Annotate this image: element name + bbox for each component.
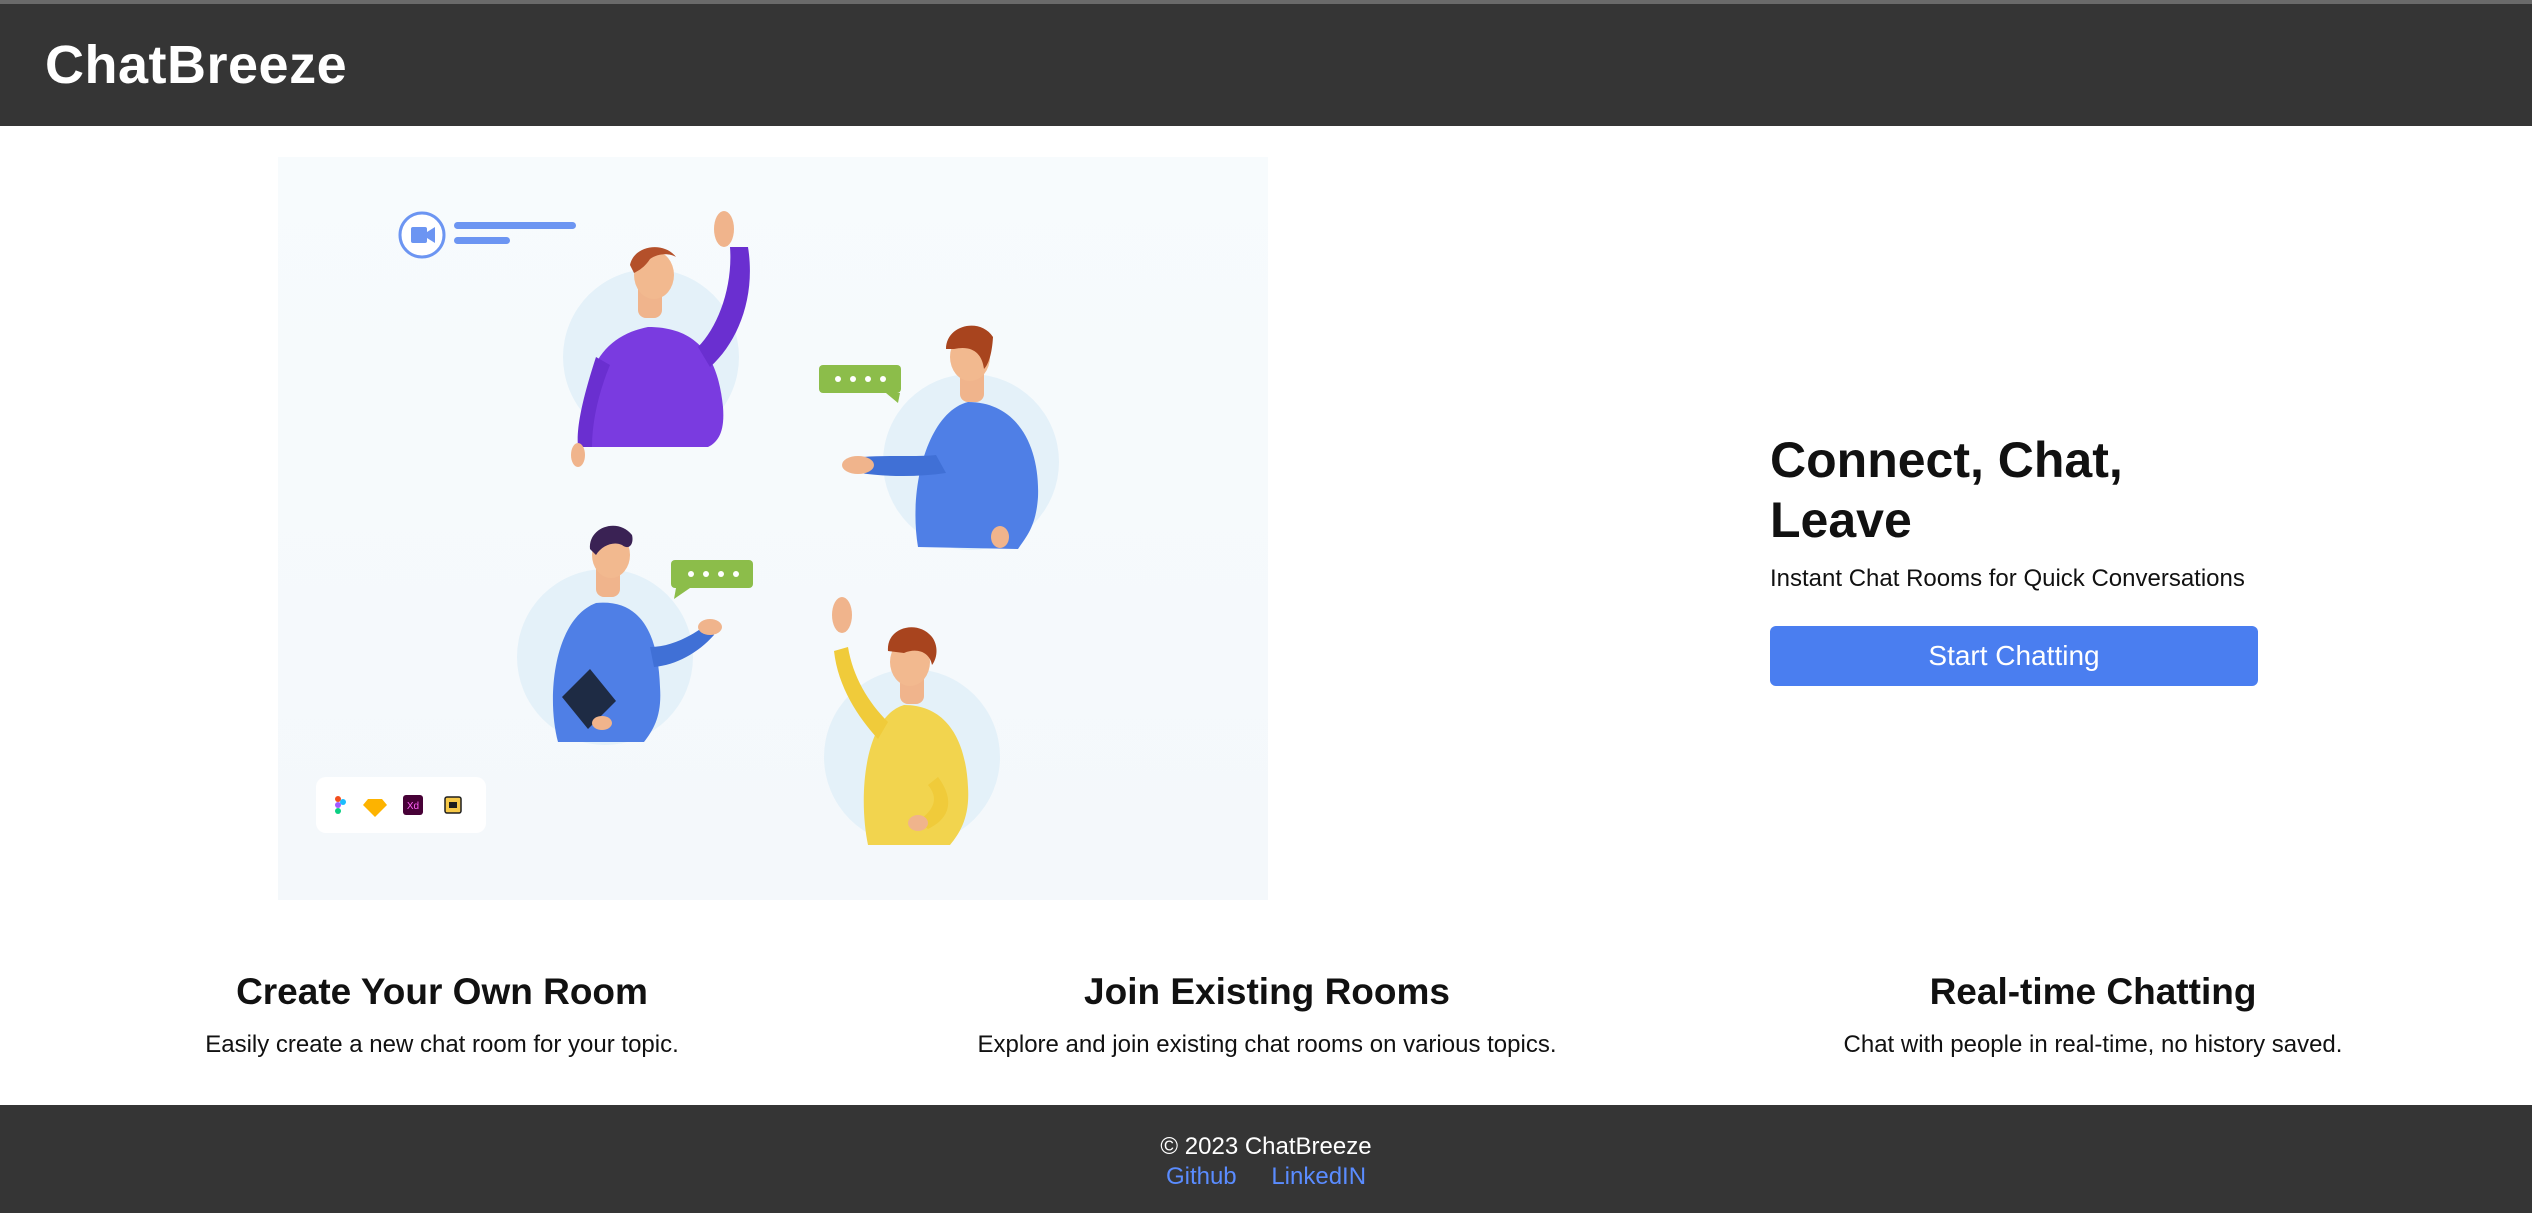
hero-illustration: Xd <box>278 157 1268 900</box>
hero-title: Connect, Chat, Leave <box>1770 432 2123 548</box>
people-chatting-illustration: Xd <box>316 211 1059 845</box>
site-footer: © 2023 ChatBreeze Github LinkedIN <box>0 1105 2532 1213</box>
site-header: ChatBreeze <box>0 4 2532 126</box>
person-blue-with-tablet <box>517 525 722 745</box>
chat-bubble-icon <box>819 365 901 403</box>
github-link[interactable]: Github <box>1166 1163 1237 1190</box>
hero-section: Connect, Chat, Leave Instant Chat Rooms … <box>1770 430 2260 686</box>
feature-join-rooms: Join Existing Rooms Explore and join exi… <box>907 970 1627 1060</box>
call-line-short <box>454 237 510 244</box>
feature-realtime-chat: Real-time Chatting Chat with people in r… <box>1793 970 2393 1060</box>
feature-title: Create Your Own Room <box>236 971 648 1012</box>
feature-title: Join Existing Rooms <box>1084 971 1450 1012</box>
feature-description: Chat with people in real-time, no histor… <box>1843 1031 2343 1058</box>
start-chatting-button[interactable]: Start Chatting <box>1770 626 2258 686</box>
footer-links: Github LinkedIN <box>0 1163 2532 1191</box>
video-call-icon <box>398 211 446 259</box>
svg-text:Xd: Xd <box>407 801 419 812</box>
call-line-long <box>454 222 576 229</box>
chat-bubble-icon <box>671 560 753 599</box>
feature-title: Real-time Chatting <box>1929 971 2257 1012</box>
linkedin-link[interactable]: LinkedIN <box>1271 1163 1366 1190</box>
feature-create-room: Create Your Own Room Easily create a new… <box>142 970 742 1060</box>
hero-subtitle: Instant Chat Rooms for Quick Conversatio… <box>1770 565 2245 592</box>
design-tools-tray: Xd <box>316 777 486 833</box>
person-yellow-waving <box>824 597 1000 845</box>
person-purple-waving <box>563 211 750 467</box>
feature-description: Easily create a new chat room for your t… <box>205 1031 679 1058</box>
layers-icon <box>444 796 462 814</box>
xd-icon: Xd <box>403 795 423 815</box>
copyright-text: © 2023 ChatBreeze <box>1160 1133 1372 1160</box>
brand-logo[interactable]: ChatBreeze <box>45 34 347 96</box>
feature-description: Explore and join existing chat rooms on … <box>977 1031 1557 1058</box>
person-blue-gesturing <box>842 325 1059 550</box>
features-section: Create Your Own Room Easily create a new… <box>0 970 2532 1100</box>
